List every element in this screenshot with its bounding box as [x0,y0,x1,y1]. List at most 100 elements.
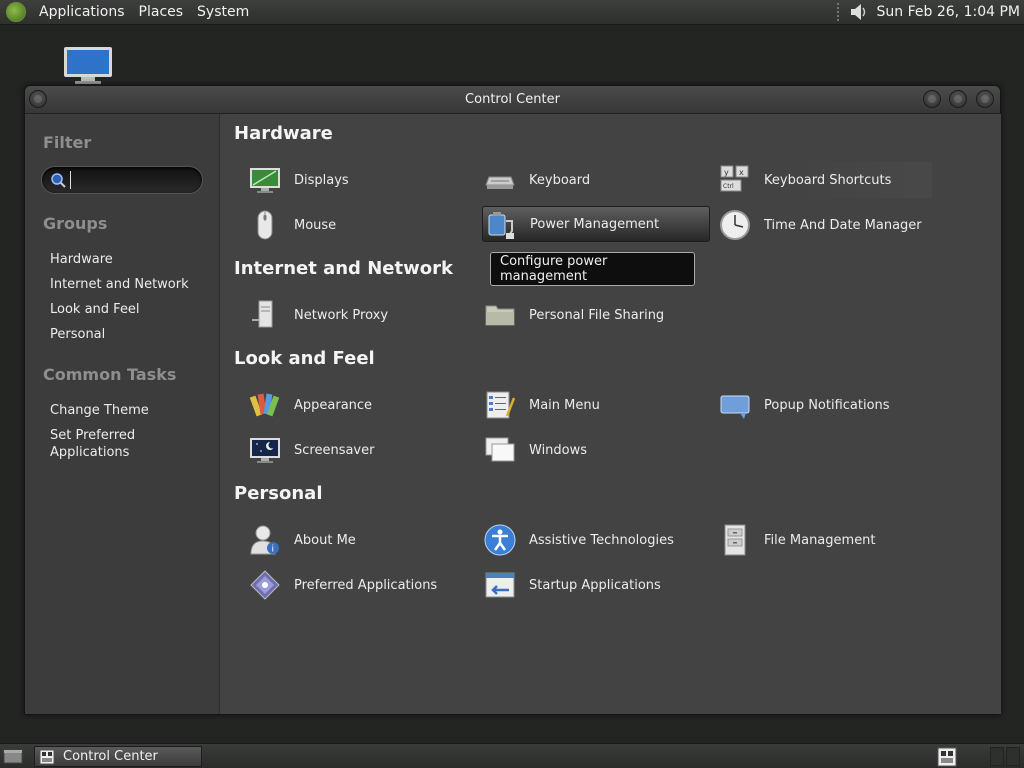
svg-text:Ctrl: Ctrl [723,183,734,190]
item-about-me[interactable]: i About Me [234,522,462,558]
item-appearance[interactable]: Appearance [234,387,462,423]
window-titlebar[interactable]: Control Center [25,86,1000,114]
control-center-icon [39,749,55,764]
keyboard-icon [485,176,515,189]
mouse-icon [257,210,273,240]
item-startup-applications[interactable]: Startup Applications [469,567,697,603]
item-network-proxy[interactable]: Network Proxy [234,297,462,333]
volume-icon[interactable] [849,2,869,22]
item-label: Personal File Sharing [529,307,665,323]
item-label: Assistive Technologies [529,532,674,548]
main-menu-logo-icon[interactable] [6,2,26,22]
item-keyboard-shortcuts[interactable]: y x Ctrl Keyboard Shortcuts [704,162,932,198]
item-personal-file-sharing[interactable]: Personal File Sharing [469,297,697,333]
item-main-menu[interactable]: Main Menu [469,387,697,423]
section-heading-internet: Internet and Network [234,258,453,279]
accessibility-icon [484,524,516,556]
power-management-icon [488,212,514,239]
item-mouse[interactable]: Mouse [234,207,462,243]
group-link-look-and-feel[interactable]: Look and Feel [50,301,140,318]
clock[interactable]: Sun Feb 26, 1:04 PM [877,4,1020,20]
item-label: Keyboard [529,172,591,188]
item-popup-notifications[interactable]: Popup Notifications [704,387,932,423]
group-link-hardware[interactable]: Hardware [50,251,113,268]
tray-control-center-icon[interactable] [937,747,957,767]
places-menu[interactable]: Places [132,4,191,20]
svg-text:y: y [724,168,729,177]
screensaver-icon [250,438,280,463]
workspace-2[interactable] [1006,747,1020,766]
item-windows[interactable]: Windows [469,432,697,468]
window-title: Control Center [465,92,560,107]
computer-desktop-icon[interactable] [63,46,113,84]
item-label: Preferred Applications [294,577,438,593]
startup-apps-icon [485,572,515,598]
section-heading-look-and-feel: Look and Feel [234,348,375,369]
popup-notification-icon [720,395,750,419]
svg-text:i: i [272,545,275,555]
svg-text:x: x [739,168,744,177]
item-label: Appearance [294,397,373,413]
content-area: Hardware Displays Keyboard y x Ctrl Keyb… [219,114,1001,714]
appearance-icon [249,393,280,417]
minimize-button[interactable] [923,90,941,108]
item-label: File Management [764,532,876,548]
window-menu-button[interactable] [29,90,47,108]
close-button[interactable] [976,90,994,108]
group-link-personal[interactable]: Personal [50,326,105,343]
item-label: Displays [294,172,349,188]
common-tasks-heading: Common Tasks [43,365,177,384]
task-link-preferred-apps[interactable]: Set Preferred Applications [50,427,135,461]
monitor-icon [250,168,280,193]
tooltip: Configure power management [490,252,695,286]
item-label: Power Management [530,216,660,232]
item-label: About Me [294,532,356,548]
folder-icon [485,305,515,326]
item-displays[interactable]: Displays [234,162,462,198]
search-input[interactable] [70,171,195,189]
keyboard-shortcuts-icon: y x Ctrl [720,165,749,192]
taskbar-button-control-center[interactable]: Control Center [34,746,202,767]
item-label: Keyboard Shortcuts [764,172,892,188]
section-heading-hardware: Hardware [234,123,333,144]
bottom-panel: Control Center [0,743,1024,768]
sidebar: Filter Groups Hardware Internet and Netw… [25,114,219,714]
item-label: Main Menu [529,397,600,413]
item-keyboard[interactable]: Keyboard [469,162,697,198]
task-link-change-theme[interactable]: Change Theme [50,402,149,419]
windows-icon [485,437,515,462]
preferred-apps-icon [250,570,280,600]
section-heading-personal: Personal [234,483,323,504]
file-cabinet-icon [724,524,746,556]
show-desktop-icon[interactable] [3,747,23,765]
network-proxy-icon [252,300,273,328]
system-menu[interactable]: System [190,4,256,20]
item-label: Popup Notifications [764,397,890,413]
item-label: Time And Date Manager [764,217,922,233]
group-link-internet[interactable]: Internet and Network [50,276,189,293]
main-menu-icon [486,391,516,419]
filter-heading: Filter [43,133,92,152]
item-preferred-applications[interactable]: Preferred Applications [234,567,462,603]
item-time-and-date[interactable]: Time And Date Manager [704,207,932,243]
search-box[interactable] [41,166,203,194]
workspace-1[interactable] [990,747,1004,766]
item-assistive-technologies[interactable]: Assistive Technologies [469,522,697,558]
panel-handle[interactable] [836,3,841,21]
item-label: Screensaver [294,442,375,458]
top-panel: Applications Places System Sun Feb 26, 1… [0,0,1024,25]
item-label: Network Proxy [294,307,389,323]
groups-heading: Groups [43,214,108,233]
applications-menu[interactable]: Applications [32,4,132,20]
item-label: Startup Applications [529,577,661,593]
taskbar-label: Control Center [63,749,158,764]
user-icon: i [250,525,279,555]
item-label: Windows [529,442,588,458]
item-file-management[interactable]: File Management [704,522,932,558]
clock-icon [720,210,750,240]
maximize-button[interactable] [949,90,967,108]
search-icon [51,173,66,188]
item-power-management[interactable]: Power Management [482,206,710,242]
item-screensaver[interactable]: Screensaver [234,432,462,468]
control-center-window: Control Center Filter Groups Hardware In… [24,85,1001,715]
